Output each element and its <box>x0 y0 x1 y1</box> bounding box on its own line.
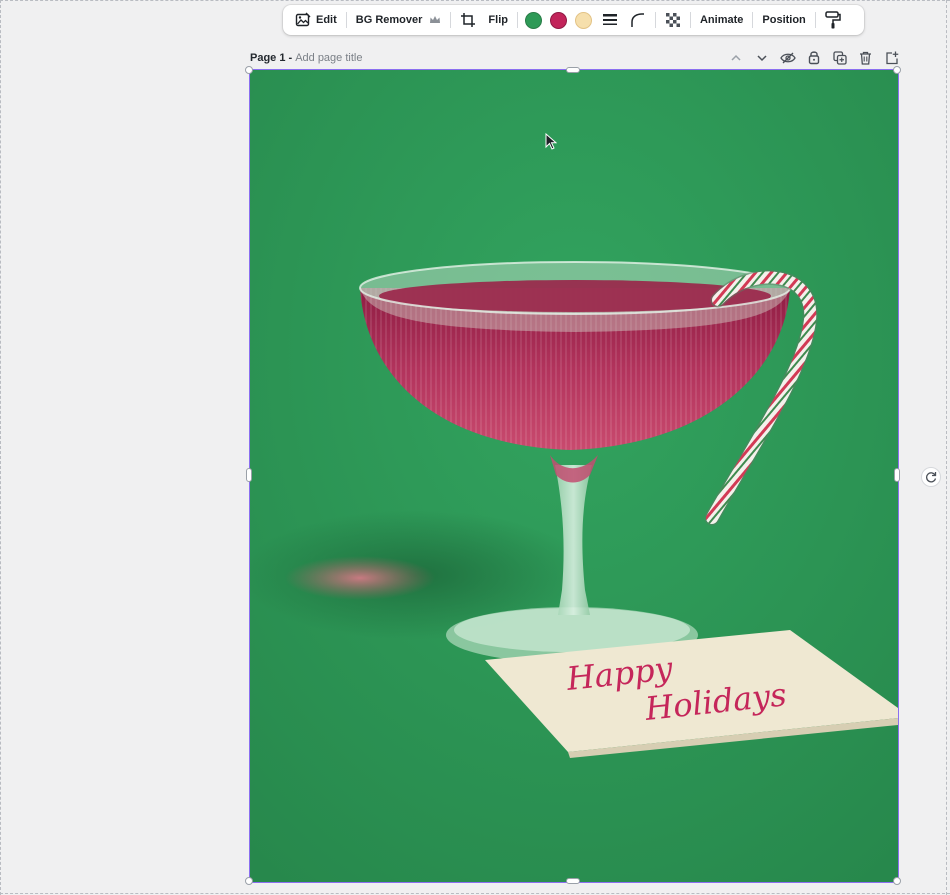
bg-remover-button[interactable]: BG Remover <box>350 8 448 32</box>
animate-label: Animate <box>699 14 744 26</box>
resize-handle-bottom-left[interactable] <box>245 877 253 885</box>
border-style-icon <box>602 14 617 25</box>
hide-eye-icon <box>779 52 796 63</box>
chevron-down-icon <box>756 54 767 61</box>
lock-page-button[interactable] <box>805 49 822 66</box>
duplicate-page-button[interactable] <box>831 49 848 66</box>
edit-image-icon <box>295 12 311 27</box>
toolbar-divider <box>654 12 656 28</box>
resize-handle-top-right[interactable] <box>893 66 901 74</box>
page-label: Page 1 - <box>250 52 293 64</box>
resize-handle-bottom-right[interactable] <box>893 877 901 885</box>
corner-rounding-button[interactable] <box>624 8 652 32</box>
position-label: Position <box>762 14 806 26</box>
rotate-icon <box>926 472 937 483</box>
edit-button[interactable]: Edit <box>289 8 343 32</box>
color-swatch-pink[interactable] <box>549 11 567 29</box>
cocktail-photo[interactable]: Happy Holidays <box>250 70 898 882</box>
border-style-button[interactable] <box>596 8 624 32</box>
corner-rounding-icon <box>631 13 644 27</box>
crop-icon <box>461 13 476 27</box>
flip-label: Flip <box>488 14 508 26</box>
delete-page-button[interactable] <box>857 49 874 66</box>
position-button[interactable]: Position <box>756 8 811 32</box>
edit-label: Edit <box>316 14 337 26</box>
toolbar-divider <box>345 12 347 28</box>
bg-remover-label: BG Remover <box>355 14 423 26</box>
flip-button[interactable]: Flip <box>482 8 514 32</box>
toolbar-divider <box>516 12 518 28</box>
resize-handle-left[interactable] <box>246 468 252 482</box>
resize-handle-right[interactable] <box>894 468 900 482</box>
canvas-boundary-top <box>0 0 950 2</box>
resize-handle-top[interactable] <box>566 67 580 73</box>
page-actions <box>727 49 900 66</box>
toolbar-divider <box>689 12 691 28</box>
add-page-icon <box>885 51 898 64</box>
mouse-cursor-icon <box>545 133 557 150</box>
canvas-boundary-right <box>946 0 948 895</box>
rotate-button[interactable] <box>921 467 941 487</box>
color-swatch-cream[interactable] <box>574 11 592 29</box>
crown-icon <box>430 16 441 23</box>
trash-icon <box>860 51 871 65</box>
add-page-button[interactable] <box>883 49 900 66</box>
paint-roller-icon <box>825 11 841 29</box>
page-header: Page 1 - Add page title <box>250 49 900 67</box>
toolbar-divider <box>814 12 816 28</box>
resize-handle-bottom[interactable] <box>566 878 580 884</box>
chevron-up-icon <box>730 54 741 61</box>
design-canvas[interactable]: Happy Holidays <box>250 70 898 882</box>
image-toolbar: Edit BG Remover Flip Animate Position <box>283 5 864 35</box>
page-title-input[interactable]: Add page title <box>295 52 362 64</box>
copy-style-button[interactable] <box>819 8 847 32</box>
resize-handle-top-left[interactable] <box>245 66 253 74</box>
move-page-down-button[interactable] <box>753 49 770 66</box>
lock-icon <box>808 51 819 65</box>
crop-button[interactable] <box>454 8 482 32</box>
transparency-button[interactable] <box>659 8 687 32</box>
move-page-up-button[interactable] <box>727 49 744 66</box>
toolbar-divider <box>752 12 754 28</box>
hide-page-button[interactable] <box>779 49 796 66</box>
transparency-icon <box>665 13 680 27</box>
toolbar-divider <box>450 12 452 28</box>
canvas-boundary-left <box>0 0 2 895</box>
duplicate-icon <box>832 50 847 65</box>
color-swatch-green[interactable] <box>524 11 542 29</box>
animate-button[interactable]: Animate <box>694 8 749 32</box>
